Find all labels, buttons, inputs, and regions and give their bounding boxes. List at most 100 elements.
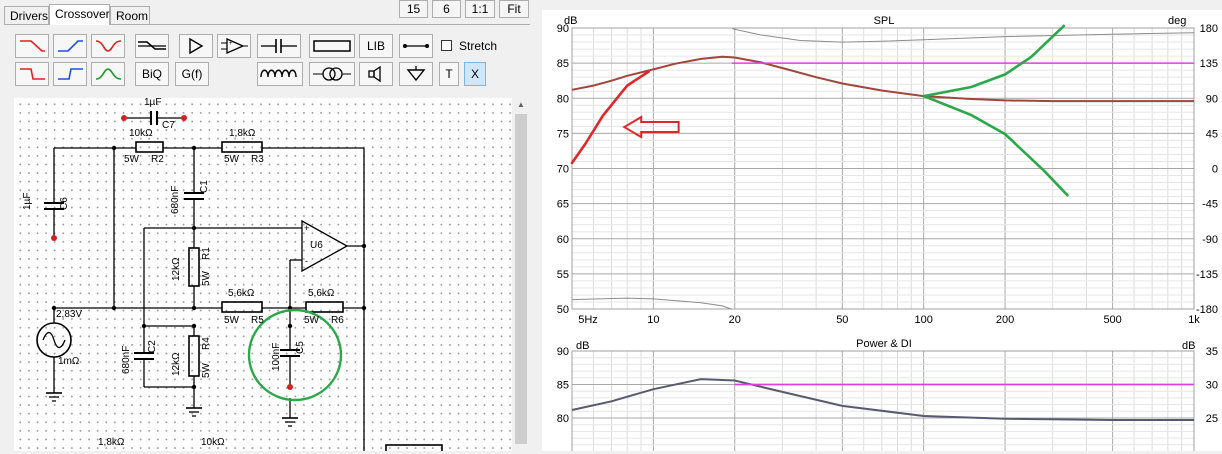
tab-room[interactable]: Room xyxy=(110,6,150,24)
power-traces xyxy=(571,378,1194,421)
c6-value: 1µF xyxy=(22,192,33,210)
spl-y2-tick-label: 45 xyxy=(1206,128,1218,140)
capacitor-icon xyxy=(261,39,297,53)
lowpass-blue-icon xyxy=(58,40,83,52)
bandpass-red-button[interactable] xyxy=(91,34,125,58)
schematic-drawing xyxy=(36,111,443,451)
gf-button[interactable]: G(f) xyxy=(175,62,209,86)
schematic-canvas[interactable]: 1µF C7 10kΩ 5W R2 1,8kΩ 5W R3 1µF C6 680… xyxy=(14,97,512,451)
bottom-right-value: 10kΩ xyxy=(201,437,225,448)
power-grid xyxy=(571,350,1195,454)
ground-button[interactable] xyxy=(399,62,433,86)
text-tool-button[interactable]: T xyxy=(439,62,459,86)
spl-x-tick-label: 200 xyxy=(996,314,1014,326)
zoom-fit-button[interactable]: Fit xyxy=(499,0,529,18)
r1-value: 12kΩ xyxy=(171,257,182,281)
c2-value: 680nF xyxy=(121,345,132,374)
spl-x-tick-label: 500 xyxy=(1103,314,1121,326)
spl-y2-tick-label: 180 xyxy=(1200,23,1218,35)
r5-ref: R5 xyxy=(251,315,264,326)
tab-crossover[interactable]: Crossover xyxy=(49,4,110,25)
u6-minus: - xyxy=(305,256,308,266)
step-down-red-icon xyxy=(20,68,45,80)
highpass-red-button[interactable] xyxy=(15,34,49,58)
lowpass-blue-2-button[interactable] xyxy=(53,62,87,86)
capacitor-button[interactable] xyxy=(257,34,301,58)
spl-x-tick-label: 5Hz xyxy=(578,314,598,326)
resistor-icon xyxy=(313,40,351,52)
spl-y-tick-label: 75 xyxy=(557,128,569,140)
power-y-tick-label: 85 xyxy=(557,380,569,392)
buffer-icon xyxy=(189,37,204,55)
resistor-button[interactable] xyxy=(309,34,355,58)
c6-ref: C6 xyxy=(59,197,70,210)
spl-y2label: deg xyxy=(1168,15,1186,27)
zoom-6-button[interactable]: 6 xyxy=(432,0,461,18)
inductor-button[interactable] xyxy=(257,62,303,86)
c7-ref: C7 xyxy=(162,120,175,131)
highpass-red-2-button[interactable] xyxy=(15,62,49,86)
notch-red-icon xyxy=(95,40,122,52)
r6-power: 5W xyxy=(304,315,319,326)
spl-x-tick-label: 100 xyxy=(915,314,933,326)
r6-value: 5,6kΩ xyxy=(308,288,335,299)
biq-button[interactable]: BiQ xyxy=(135,62,169,86)
spl-y-tick-label: 50 xyxy=(557,304,569,316)
red-annotation-curve xyxy=(570,70,650,165)
x-tool-button[interactable]: X xyxy=(464,62,486,86)
r2-value: 10kΩ xyxy=(129,128,153,139)
buffer-button[interactable] xyxy=(179,34,213,58)
charts-panel: 90 85 80 75 70 65 60 55 50 180 135 90 45 0 -45 -90 -135-… xyxy=(542,10,1222,454)
charts-svg: 90858075706560555018013590450-45-90-135-… xyxy=(557,15,1218,454)
wire-icon xyxy=(403,44,429,48)
bottom-left-value: 1,8kΩ xyxy=(98,437,125,448)
spl-y-tick-label: 80 xyxy=(557,93,569,105)
r2-power: 5W xyxy=(124,154,139,165)
spl-y-tick-label: 65 xyxy=(557,199,569,211)
green-annotation-lower xyxy=(922,94,1069,197)
schematic-scrollbar[interactable]: ▲ xyxy=(513,98,529,451)
spl-x-tick-label: 50 xyxy=(836,314,848,326)
spl-ylabel: dB xyxy=(564,15,577,27)
spl-y2-tick-label: -135 xyxy=(1196,269,1218,281)
transformer-button[interactable] xyxy=(309,62,355,86)
r6-ref: R6 xyxy=(331,315,344,326)
allpass-button[interactable] xyxy=(135,34,169,58)
spl-y-tick-label: 60 xyxy=(557,234,569,246)
allpass-icon xyxy=(138,41,166,50)
power-chart-title: Power & DI xyxy=(856,338,912,350)
c2-ref: C2 xyxy=(147,340,158,353)
spl-y2-tick-label: -45 xyxy=(1202,199,1218,211)
spl-y2-tick-label: 90 xyxy=(1206,93,1218,105)
tab-drivers[interactable]: Drivers xyxy=(4,6,49,24)
scroll-up-icon[interactable]: ▲ xyxy=(517,100,525,109)
svg-text:+: + xyxy=(229,41,233,47)
power-y-tick-label: 90 xyxy=(557,346,569,358)
r5-power: 5W xyxy=(224,315,239,326)
zoom-15-button[interactable]: 15 xyxy=(399,0,428,18)
power-y2-tick-label: 25 xyxy=(1206,413,1218,425)
spl-y-tick-label: 70 xyxy=(557,164,569,176)
r3-power: 5W xyxy=(224,154,239,165)
opamp-icon: + xyxy=(221,38,248,54)
panel-splitter[interactable] xyxy=(530,0,542,451)
lowpass-blue-button[interactable] xyxy=(53,34,87,58)
peak-green-button[interactable] xyxy=(91,62,125,86)
scrollbar-thumb[interactable] xyxy=(515,114,527,444)
c5-value: 100nF xyxy=(271,342,282,371)
wire-button[interactable] xyxy=(399,34,433,58)
r1-power: 5W xyxy=(201,271,212,286)
zoom-1to1-button[interactable]: 1:1 xyxy=(465,0,495,18)
r4-value: 12kΩ xyxy=(171,352,182,376)
speaker-button[interactable] xyxy=(359,62,393,86)
r4-power: 5W xyxy=(201,363,212,378)
stretch-checkbox[interactable] xyxy=(441,40,452,51)
lib-button[interactable]: LIB xyxy=(359,34,393,58)
stretch-label: Stretch xyxy=(459,39,498,53)
c1-ref: C1 xyxy=(199,180,210,193)
ground-icon xyxy=(406,66,426,82)
opamp-button[interactable]: + xyxy=(217,34,251,58)
source-impedance: 1mΩ xyxy=(58,356,80,367)
speaker-icon xyxy=(368,65,381,83)
r4-ref: R4 xyxy=(201,337,212,350)
